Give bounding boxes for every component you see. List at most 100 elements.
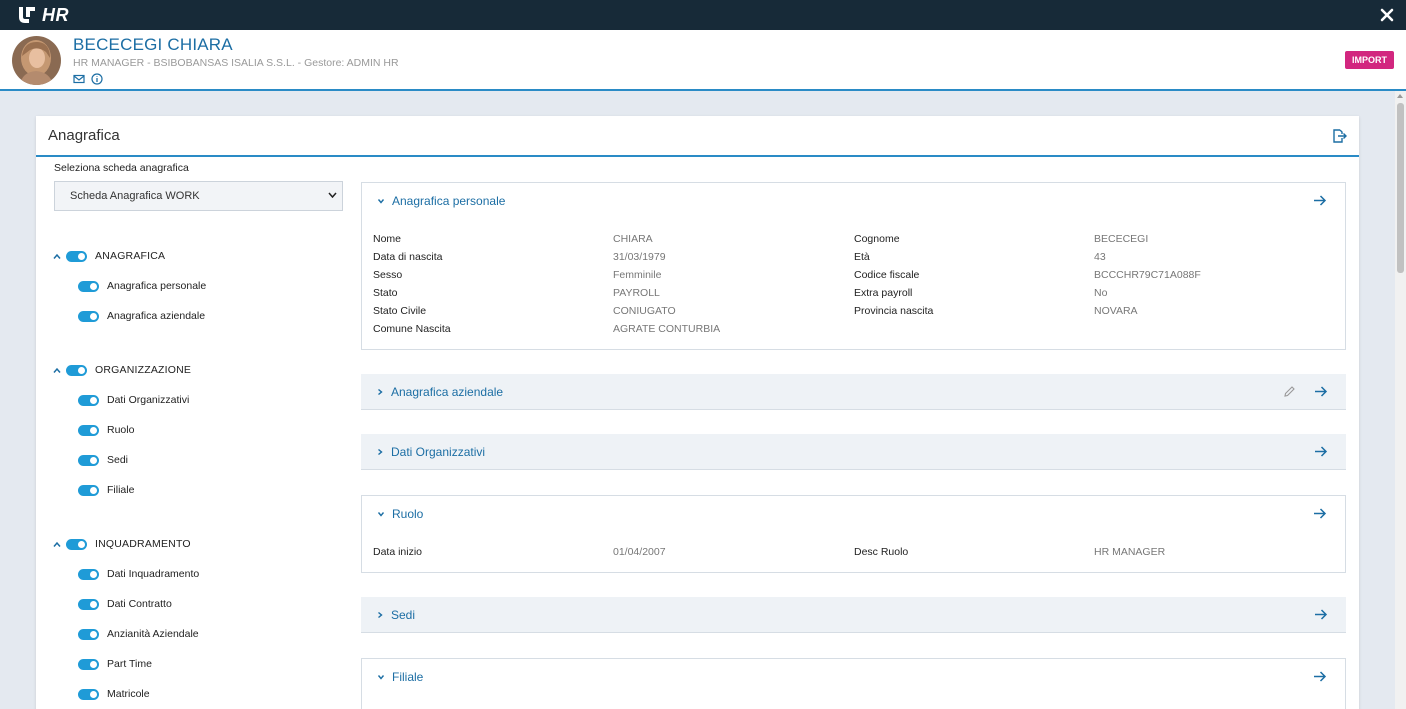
avatar[interactable] [12, 36, 61, 85]
card-header: Anagrafica [36, 116, 1359, 157]
employee-subtitle: HR MANAGER - BSIBOBANSAS ISALIA S.S.L. -… [73, 57, 399, 69]
toggle-sedi[interactable] [78, 454, 99, 466]
panel-dati-organizzativi: Dati Organizzativi [361, 434, 1346, 470]
panel-filiale: Filiale [361, 658, 1346, 709]
toggle-anagrafica-personale[interactable] [78, 280, 99, 292]
chevron-up-icon[interactable] [52, 253, 62, 260]
close-icon [1380, 8, 1394, 22]
field-label-desc-ruolo: Desc Ruolo [854, 546, 909, 558]
tree-group-label: INQUADRAMENTO [95, 538, 191, 550]
close-button[interactable] [1378, 5, 1396, 25]
toggle-anagrafica-aziendale[interactable] [78, 310, 99, 322]
tree-item-sedi: Sedi [78, 452, 128, 468]
panel-title: Ruolo [392, 507, 424, 521]
arrow-right-icon[interactable] [1313, 507, 1327, 520]
tree-item-label: Dati Contratto [107, 598, 172, 610]
export-icon[interactable] [1331, 128, 1347, 144]
tree-item-label: Anzianità Aziendale [107, 628, 199, 640]
info-icon[interactable] [91, 72, 103, 85]
top-bar: HR [0, 0, 1406, 30]
tree-item-label: Part Time [107, 658, 152, 670]
employee-name: BECECEGI CHIARA [73, 35, 233, 54]
tree-item-label: Ruolo [107, 424, 135, 436]
toggle-anzianita-aziendale[interactable] [78, 628, 99, 640]
scroll-up-icon[interactable] [1397, 94, 1403, 98]
arrow-right-icon[interactable] [1314, 385, 1328, 398]
import-button[interactable]: IMPORT [1345, 51, 1394, 69]
scrollbar-thumb[interactable] [1397, 103, 1404, 273]
app-logo[interactable]: HR [17, 5, 69, 25]
toggle-organizzazione[interactable] [66, 364, 87, 376]
panel-header[interactable]: Ruolo [362, 496, 1345, 532]
chevron-up-icon[interactable] [52, 541, 62, 548]
field-value-desc-ruolo: HR MANAGER [1094, 546, 1166, 558]
panel-header[interactable]: Dati Organizzativi [361, 434, 1346, 470]
tree-item-label: Anagrafica personale [107, 280, 207, 292]
field-value-extra-payroll: No [1094, 287, 1108, 299]
toggle-anagrafica[interactable] [66, 250, 87, 262]
arrow-right-icon[interactable] [1313, 194, 1327, 207]
field-label-eta: Età [854, 251, 870, 263]
tree-item-label: Matricole [107, 688, 150, 700]
toggle-inquadramento[interactable] [66, 538, 87, 550]
field-label-provincia-nascita: Provincia nascita [854, 305, 934, 317]
field-label-data-nascita: Data di nascita [373, 251, 443, 263]
field-value-data-nascita: 31/03/1979 [613, 251, 666, 263]
app-name: HR [42, 4, 69, 25]
panel-header[interactable]: Anagrafica aziendale [361, 374, 1346, 410]
panel-title: Sedi [391, 608, 416, 622]
scheda-select[interactable]: Scheda Anagrafica WORK [54, 181, 343, 211]
panel-header[interactable]: Filiale [362, 659, 1345, 695]
page-scrollbar[interactable] [1395, 91, 1406, 709]
tree-item-anagrafica-personale: Anagrafica personale [78, 278, 206, 294]
tree-item-label: Sedi [107, 454, 129, 466]
panel-ruolo: Ruolo Data inizio 01/04/2007 Desc Ruolo … [361, 495, 1346, 573]
field-value-data-inizio: 01/04/2007 [613, 546, 666, 558]
toggle-dati-organizzativi[interactable] [78, 394, 99, 406]
field-label-stato-civile: Stato Civile [373, 305, 427, 317]
toggle-dati-inquadramento[interactable] [78, 568, 99, 580]
tree-group-organizzazione: ORGANIZZAZIONE [52, 362, 191, 378]
toggle-ruolo[interactable] [78, 424, 99, 436]
tree-item-part-time: Part Time [78, 656, 152, 672]
tree-item-anagrafica-aziendale: Anagrafica aziendale [78, 308, 205, 324]
chevron-down-icon [377, 199, 385, 204]
tree-item-label: Dati Organizzativi [107, 394, 190, 406]
tree-item-matricole: Matricole [78, 686, 150, 702]
chevron-right-icon [378, 388, 383, 396]
toggle-dati-contratto[interactable] [78, 598, 99, 610]
chevron-up-icon[interactable] [52, 367, 62, 374]
field-value-nome: CHIARA [613, 233, 653, 245]
toggle-part-time[interactable] [78, 658, 99, 670]
field-value-codice-fiscale: BCCCHR79C71A088F [1094, 269, 1201, 281]
chevron-down-icon [328, 192, 337, 198]
field-label-codice-fiscale: Codice fiscale [854, 269, 920, 281]
field-value-stato: PAYROLL [613, 287, 660, 299]
panel-title: Anagrafica personale [392, 194, 506, 208]
selector-label: Seleziona scheda anagrafica [54, 162, 189, 174]
employee-header: BECECEGI CHIARA HR MANAGER - BSIBOBANSAS… [0, 30, 1406, 91]
tree-item-ruolo: Ruolo [78, 422, 134, 438]
arrow-right-icon[interactable] [1314, 445, 1328, 458]
tree-item-label: Dati Inquadramento [107, 568, 200, 580]
field-value-provincia-nascita: NOVARA [1094, 305, 1138, 317]
field-value-stato-civile: CONIUGATO [613, 305, 676, 317]
tree-item-label: Filiale [107, 484, 135, 496]
arrow-right-icon[interactable] [1314, 608, 1328, 621]
panel-anagrafica-aziendale: Anagrafica aziendale [361, 374, 1346, 410]
toggle-matricole[interactable] [78, 688, 99, 700]
arrow-right-icon[interactable] [1313, 670, 1327, 683]
panel-header[interactable]: Anagrafica personale [362, 183, 1345, 219]
field-value-eta: 43 [1094, 251, 1106, 263]
card-title: Anagrafica [48, 127, 120, 144]
toggle-filiale[interactable] [78, 484, 99, 496]
chevron-down-icon [377, 675, 385, 680]
mail-icon[interactable] [73, 72, 85, 84]
pencil-icon[interactable] [1283, 385, 1296, 398]
tree-item-anzianita-aziendale: Anzianità Aziendale [78, 626, 199, 642]
field-label-comune-nascita: Comune Nascita [373, 323, 451, 335]
field-value-sesso: Femminile [613, 269, 662, 281]
chevron-right-icon [378, 611, 383, 619]
panel-title: Anagrafica aziendale [391, 385, 504, 399]
panel-header[interactable]: Sedi [361, 597, 1346, 633]
